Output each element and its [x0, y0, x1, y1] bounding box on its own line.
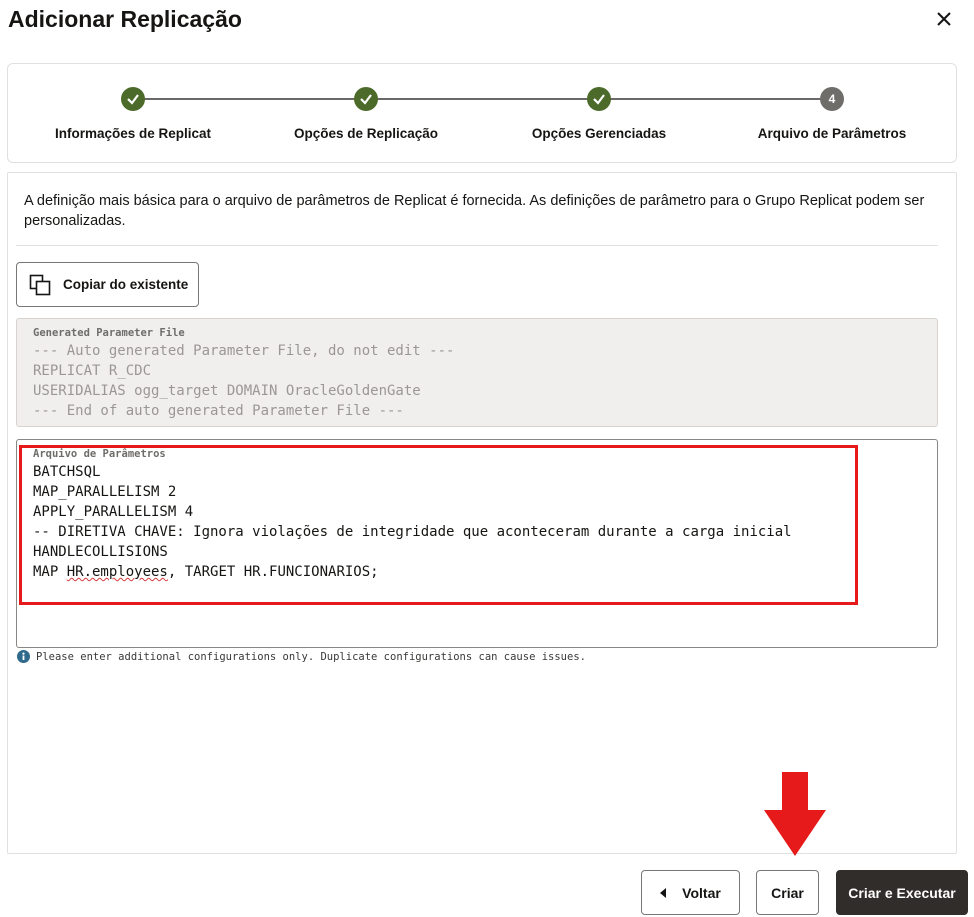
step-description: A definição mais básica para o arquivo d… — [24, 193, 925, 229]
param-line: MAP_PARALLELISM 2 — [33, 484, 177, 500]
generated-line: REPLICAT R_CDC — [33, 363, 152, 379]
step-connector — [366, 98, 599, 100]
create-label: Criar — [771, 884, 804, 901]
generated-line: USERIDALIAS ogg_target DOMAIN OracleGold… — [33, 383, 421, 399]
parameter-file-panel: A definição mais básica para o arquivo d… — [7, 172, 957, 854]
back-label: Voltar — [682, 884, 721, 901]
step-1-done-icon[interactable] — [121, 87, 145, 111]
copy-from-existing-label: Copiar do existente — [63, 277, 189, 292]
close-button[interactable] — [928, 6, 960, 34]
step-connector — [133, 98, 366, 100]
generated-parameter-label: Generated Parameter File — [33, 327, 185, 339]
check-icon — [360, 94, 372, 105]
divider — [16, 245, 938, 246]
param-line: HANDLECOLLISIONS — [33, 544, 168, 560]
create-button[interactable]: Criar — [756, 870, 819, 915]
check-icon — [127, 94, 139, 105]
param-line: APPLY_PARALLELISM 4 — [33, 504, 194, 520]
param-line-map: MAP HR.employees, TARGET HR.FUNCIONARIOS… — [33, 562, 921, 582]
step-label-opcoes-gerenciadas[interactable]: Opções Gerenciadas — [499, 126, 699, 141]
train-stepper: 4 Informações de Replicat Opções de Repl… — [7, 63, 957, 163]
generated-line: --- End of auto generated Parameter File… — [33, 403, 404, 419]
step-3-done-icon[interactable] — [587, 87, 611, 111]
close-icon — [937, 12, 951, 26]
step-label-arquivo-parametros[interactable]: Arquivo de Parâmetros — [732, 126, 932, 141]
generated-parameter-file: Generated Parameter File --- Auto genera… — [16, 318, 938, 427]
step-2-done-icon[interactable] — [354, 87, 378, 111]
generated-line: --- Auto generated Parameter File, do no… — [33, 343, 455, 359]
hint-text: Please enter additional configurations o… — [36, 650, 586, 663]
param-line: BATCHSQL — [33, 464, 101, 480]
back-button[interactable]: Voltar — [641, 870, 740, 915]
param-line: -- DIRETIVA CHAVE: Ignora violações de i… — [33, 524, 792, 540]
map-prefix: MAP — [33, 564, 67, 580]
create-and-run-label: Criar e Executar — [848, 884, 956, 901]
editor-hint: Please enter additional configurations o… — [17, 650, 586, 663]
step-label-informacoes[interactable]: Informações de Replicat — [33, 126, 233, 141]
step-connector — [599, 98, 832, 100]
map-suffix: , TARGET HR.FUNCIONARIOS; — [167, 564, 379, 580]
step-4-current[interactable]: 4 — [820, 87, 844, 111]
spellcheck-word: HR.employees — [66, 564, 168, 580]
parameter-file-label: Arquivo de Parâmetros — [33, 448, 166, 460]
step-label-opcoes-replicacao[interactable]: Opções de Replicação — [266, 126, 466, 141]
info-icon — [17, 650, 30, 663]
red-arrow-down-icon — [764, 772, 826, 856]
create-and-run-button[interactable]: Criar e Executar — [836, 870, 968, 915]
check-icon — [593, 94, 605, 105]
dialog-title: Adicionar Replicação — [8, 6, 242, 32]
parameter-file-editor[interactable]: Arquivo de Parâmetros BATCHSQL MAP_PARAL… — [16, 439, 938, 648]
chevron-left-icon — [660, 887, 667, 898]
copy-icon — [29, 274, 51, 295]
copy-from-existing-button[interactable]: Copiar do existente — [16, 262, 199, 307]
